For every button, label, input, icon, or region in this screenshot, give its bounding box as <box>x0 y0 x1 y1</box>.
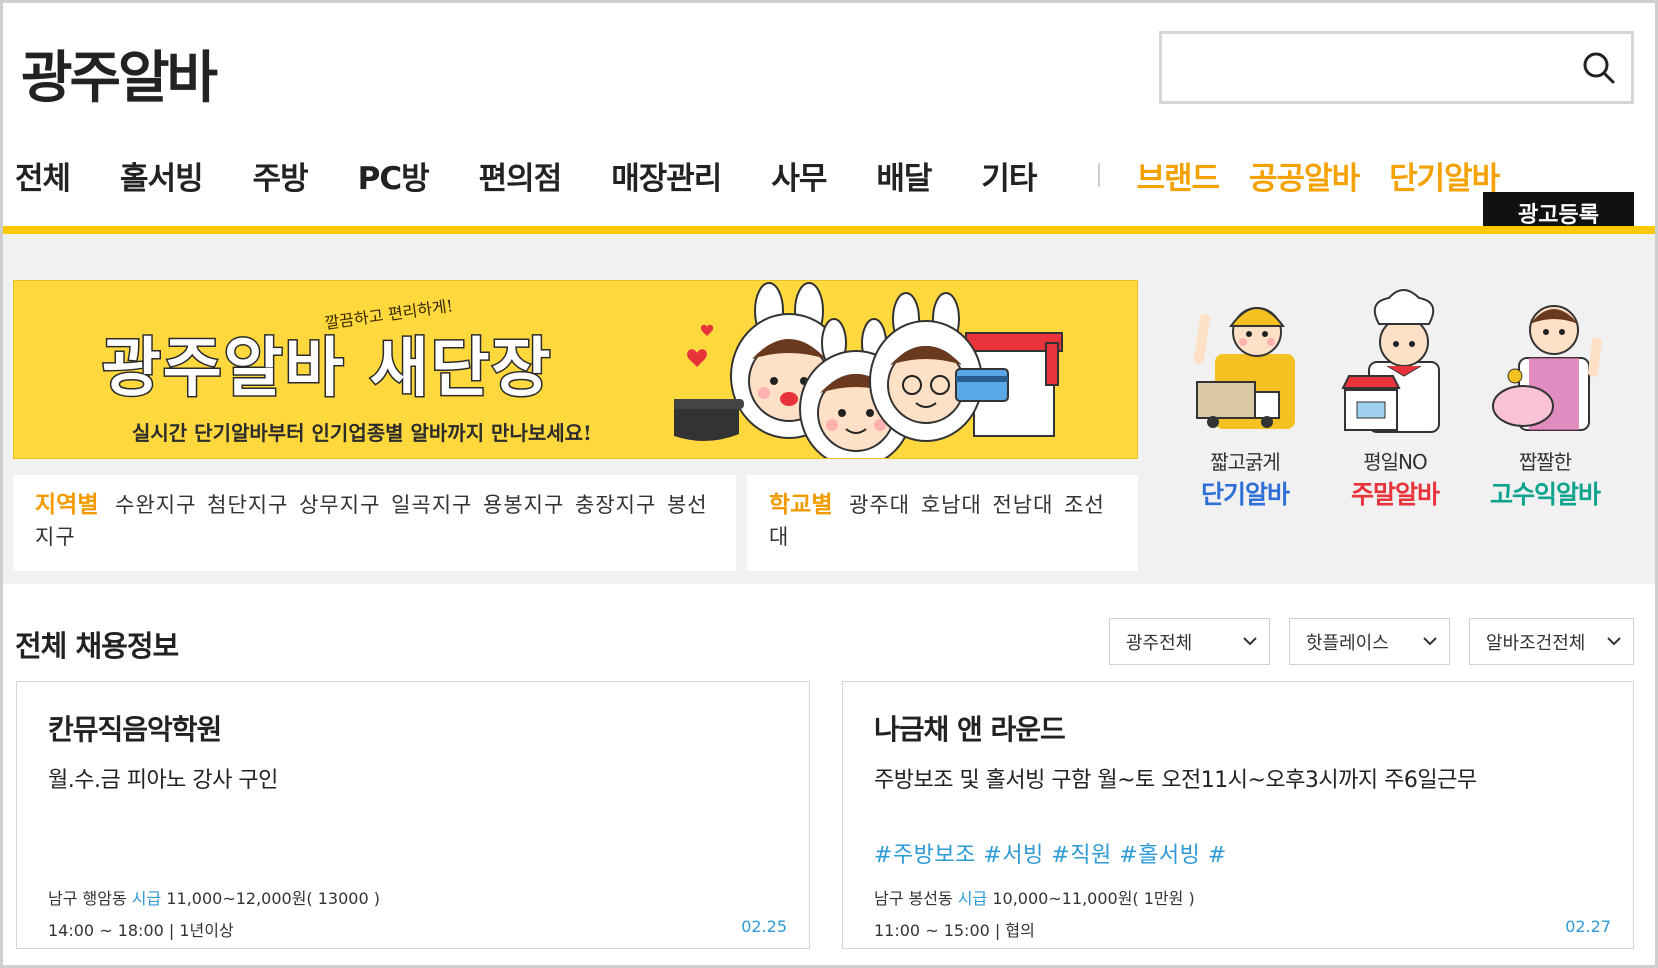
main-banner[interactable]: 깔끔하고 편리하게! 광주알바 새단장 실시간 단기알바부터 인기업종별 알바까… <box>13 280 1138 459</box>
nav-divider <box>1098 163 1101 187</box>
nav-item-etc[interactable]: 기타 <box>981 153 1037 198</box>
school-link[interactable]: 전남대 <box>992 493 1053 517</box>
promo-high-income[interactable]: 짭짤한 고수익알바 <box>1475 284 1615 524</box>
nav-item-short-term-job[interactable]: 단기알바 <box>1389 153 1500 198</box>
region-filter-label: 지역별 <box>35 492 99 518</box>
job-description: 주방보조 및 홀서빙 구함 월~토 오전11시~오후3시까지 주6일근무 <box>874 768 1477 793</box>
promo-weekend[interactable]: 평일NO 주말알바 <box>1325 284 1465 524</box>
bunny-characters-illustration <box>674 282 1063 458</box>
hotplace-select[interactable]: 핫플레이스 <box>1289 618 1450 665</box>
promo-short-term-title: 단기알바 <box>1200 480 1290 509</box>
job-pay-type: 시급 <box>957 889 988 908</box>
promo-short-term-caption: 짧고굵게 <box>1210 450 1281 474</box>
delivery-worker-icon <box>1194 307 1295 429</box>
region-link[interactable]: 첨단지구 <box>207 493 288 517</box>
job-card[interactable]: 나금채 앤 라운드 주방보조 및 홀서빙 구함 월~토 오전11시~오후3시까지… <box>842 681 1634 949</box>
chevron-down-icon <box>1243 637 1257 646</box>
section-title: 전체 채용정보 <box>15 629 179 663</box>
nav-item-hall-serving[interactable]: 홀서빙 <box>120 153 204 198</box>
region-link[interactable]: 충장지구 <box>575 493 656 517</box>
job-time: 11:00 ~ 15:00 | 협의 <box>874 921 1035 940</box>
job-location-pay: 남구 봉선동 시급 10,000~11,000원( 1만원 ) <box>874 885 1195 909</box>
banner-title: 광주알바 새단장 <box>100 331 553 408</box>
school-filter: 학교별 광주대 호남대 전남대 조선대 <box>747 475 1138 571</box>
job-pay: 10,000~11,000원( 1만원 ) <box>992 889 1195 908</box>
area-select-value: 광주전체 <box>1126 632 1193 654</box>
chevron-down-icon <box>1423 637 1437 646</box>
nav-item-public-job[interactable]: 공공알바 <box>1249 153 1360 198</box>
region-link[interactable]: 용봉지구 <box>483 493 564 517</box>
region-filter: 지역별 수완지구 첨단지구 상무지구 일곡지구 용봉지구 충장지구 봉선지구 <box>13 475 736 571</box>
search-icon[interactable] <box>1581 50 1617 86</box>
nav-item-kitchen[interactable]: 주방 <box>253 153 309 198</box>
promo-high-income-caption: 짭짤한 <box>1518 450 1572 474</box>
job-location-pay: 남구 행암동 시급 11,000~12,000원( 13000 ) <box>48 885 380 909</box>
area-select[interactable]: 광주전체 <box>1109 618 1270 665</box>
banner-subtitle: 실시간 단기알바부터 인기업종별 알바까지 만나보세요! <box>132 421 592 445</box>
job-company-name[interactable]: 칸뮤직음악학원 <box>48 708 222 748</box>
search-box[interactable] <box>1159 31 1634 104</box>
chef-icon <box>1341 289 1440 433</box>
hero-section: 깔끔하고 편리하게! 광주알바 새단장 실시간 단기알바부터 인기업종별 알바까… <box>3 234 1655 584</box>
job-tags[interactable]: #주방보조 #서빙 #직원 #홀서빙 # <box>874 837 1227 869</box>
chevron-down-icon <box>1607 637 1621 646</box>
condition-select-value: 알바조건전체 <box>1486 632 1586 654</box>
page-frame: 광주알바 전체 홀서빙 주방 PC방 편의점 매장관리 사무 배달 기타 브랜드… <box>0 0 1658 968</box>
region-link[interactable]: 수완지구 <box>115 493 196 517</box>
nav-item-convenience-store[interactable]: 편의점 <box>479 153 563 198</box>
promo-weekend-caption: 평일NO <box>1363 450 1428 474</box>
category-nav: 전체 홀서빙 주방 PC방 편의점 매장관리 사무 배달 기타 브랜드 공공알바… <box>15 153 1529 197</box>
site-logo[interactable]: 광주알바 <box>21 33 218 114</box>
nav-underline <box>3 226 1655 234</box>
job-company-name[interactable]: 나금채 앤 라운드 <box>874 708 1066 748</box>
nav-item-brand[interactable]: 브랜드 <box>1136 153 1220 198</box>
hotplace-select-value: 핫플레이스 <box>1306 632 1389 654</box>
region-link[interactable]: 상무지구 <box>299 493 380 517</box>
school-link[interactable]: 호남대 <box>921 493 982 517</box>
nav-item-office[interactable]: 사무 <box>771 153 827 198</box>
job-pay-type: 시급 <box>131 889 162 908</box>
region-link[interactable]: 일곡지구 <box>391 493 472 517</box>
promo-high-income-title: 고수익알바 <box>1489 480 1601 509</box>
job-date: 02.27 <box>1565 917 1611 936</box>
school-link[interactable]: 광주대 <box>849 493 910 517</box>
nav-item-all[interactable]: 전체 <box>15 153 71 198</box>
nav-item-delivery[interactable]: 배달 <box>876 153 932 198</box>
condition-select[interactable]: 알바조건전체 <box>1469 618 1634 665</box>
job-area: 남구 행암동 <box>48 889 127 908</box>
job-description: 월.수.금 피아노 강사 구인 <box>48 768 278 793</box>
job-area: 남구 봉선동 <box>874 889 953 908</box>
school-filter-label: 학교별 <box>769 492 833 518</box>
job-pay: 11,000~12,000원( 13000 ) <box>166 889 380 908</box>
promo-short-term[interactable]: 짧고굵게 단기알바 <box>1175 284 1315 524</box>
search-input[interactable] <box>1174 44 1554 90</box>
promo-weekend-title: 주말알바 <box>1350 480 1440 509</box>
nav-item-store-management[interactable]: 매장관리 <box>611 153 722 198</box>
piggy-bank-worker-icon <box>1492 305 1602 431</box>
nav-item-pc-room[interactable]: PC방 <box>358 153 430 198</box>
job-time: 14:00 ~ 18:00 | 1년이상 <box>48 921 234 940</box>
job-date: 02.25 <box>741 917 787 936</box>
job-card[interactable]: 칸뮤직음악학원 월.수.금 피아노 강사 구인 남구 행암동 시급 11,000… <box>16 681 810 949</box>
